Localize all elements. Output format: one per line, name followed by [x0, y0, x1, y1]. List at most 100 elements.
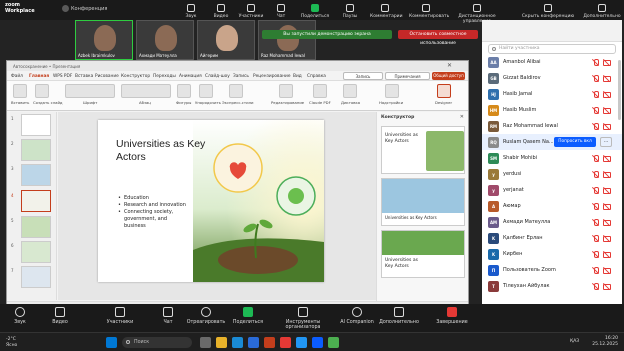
wps-icon[interactable] [280, 337, 291, 348]
dictate-icon[interactable] [343, 84, 357, 98]
chat-button[interactable]: Чат [148, 307, 188, 325]
video-button[interactable]: Видео [40, 307, 80, 325]
slide-thumbnail[interactable] [21, 139, 51, 161]
slide-thumbnail-selected[interactable] [21, 190, 51, 212]
participant-row[interactable]: SM Shabir Mohibi [482, 150, 622, 166]
tab-slideshow[interactable]: Слайд-шоу [205, 74, 230, 79]
participant-row-hover[interactable]: RQ Ruslam Qasem Na... Попросить вкл... [482, 134, 622, 150]
participant-row[interactable]: AA Amanbol Alibai [482, 54, 622, 70]
zoom-icon[interactable] [312, 337, 323, 348]
participant-row[interactable]: AM Ахмади Матеулла [482, 214, 622, 230]
video-thumbnail[interactable]: Ахмади Матеулла [136, 20, 194, 60]
addins-icon[interactable] [385, 84, 399, 98]
participant-row[interactable]: HM Hasib Muslim [482, 102, 622, 118]
design-suggestion[interactable]: Universities as Key Actors [381, 126, 465, 174]
bullet-item: Education [118, 195, 188, 202]
slide-thumbnail[interactable] [21, 241, 51, 263]
slide-thumbnail[interactable] [21, 216, 51, 238]
new-slide-icon[interactable] [35, 84, 49, 98]
tab-wps-pdf[interactable]: WPS PDF [53, 74, 72, 79]
share-button[interactable]: Поделиться [228, 307, 268, 325]
tab-help[interactable]: Справка [307, 74, 326, 79]
camera-off-icon [603, 171, 611, 178]
edit-icon[interactable] [279, 84, 293, 98]
tab-view[interactable]: Вид [293, 74, 302, 79]
video-thumbnail[interactable]: Айгерим [197, 20, 255, 60]
participant-row[interactable]: T Тілеухан Айбулак [482, 278, 622, 294]
participant-row[interactable]: y yerjanat [482, 182, 622, 198]
tab-draw[interactable]: Рисование [95, 74, 119, 79]
close-icon[interactable]: ✕ [460, 114, 464, 120]
more-button[interactable]: Дополнительно [376, 307, 422, 325]
font-icon[interactable] [65, 84, 115, 98]
design-suggestion[interactable]: Universities as Key Actors [381, 230, 465, 278]
participants-icon [247, 4, 255, 12]
participant-row[interactable]: HJ Hasib Jamal [482, 86, 622, 102]
shapes-icon[interactable] [177, 84, 191, 98]
taskbar-search[interactable]: Поиск [122, 337, 192, 348]
start-icon[interactable] [106, 337, 117, 348]
camera-off-icon [603, 91, 611, 98]
slide-thumbnail[interactable] [21, 114, 51, 136]
slide-bullet-list[interactable]: Education Research and innovation Connec… [118, 195, 188, 230]
arrange-icon[interactable] [199, 84, 213, 98]
host-tools-button[interactable]: Инструменты организатора [268, 307, 338, 330]
participant-row[interactable]: П Пользователь Zoom [482, 262, 622, 278]
tab-file[interactable]: Файл [11, 74, 23, 79]
participant-row[interactable]: K Қалбинг Ерлан [482, 230, 622, 246]
participant-more-button[interactable]: ... [600, 137, 612, 147]
word-icon[interactable] [248, 337, 259, 348]
thumbnail-name: Raz Mohammad Iewal [261, 53, 305, 58]
ai-companion-button[interactable]: AI Companion [334, 307, 380, 325]
participant-row[interactable]: y yerdusi [482, 166, 622, 182]
current-slide[interactable]: Universities as Key Actors Education Res… [98, 120, 324, 282]
record-button[interactable]: Запись [343, 72, 383, 80]
top-annotate-button[interactable]: Комментарии [370, 4, 403, 24]
participant-name: Ruslam Qasem Na... [503, 139, 553, 145]
tab-insert[interactable]: Вставка [75, 74, 93, 79]
participant-row[interactable]: RM Raz Mohammad Iewal [482, 118, 622, 134]
participant-row[interactable]: A Аюмар [482, 198, 622, 214]
video-thumbnail[interactable]: Azbek Ibraimkulov [75, 20, 133, 60]
chrome-icon[interactable] [328, 337, 339, 348]
participant-row[interactable]: K Кирбен [482, 246, 622, 262]
tab-transitions[interactable]: Переходы [153, 74, 176, 79]
participant-row[interactable]: GB Gizzat Baldirov [482, 70, 622, 86]
slide-title[interactable]: Universities as Key Actors [116, 138, 206, 164]
language-indicator[interactable]: ҚАЗ [570, 339, 579, 344]
edge-icon[interactable] [232, 337, 243, 348]
react-button[interactable]: Отреагировать [186, 307, 226, 325]
ask-to-unmute-button[interactable]: Попросить вкл [554, 137, 596, 147]
ppt-share-button[interactable]: Общий доступ [432, 72, 465, 80]
audio-button[interactable]: Звук [0, 307, 40, 325]
tab-home[interactable]: Главная [29, 74, 49, 79]
telegram-icon[interactable] [296, 337, 307, 348]
stop-share-button[interactable]: Остановить совместное использование [398, 30, 478, 46]
video-thumbnail[interactable]: Raz Mohammad Iewal [258, 20, 316, 60]
comments-button[interactable]: Примечания [385, 72, 430, 80]
top-comment-button[interactable]: Комментировать [409, 4, 449, 24]
clock[interactable]: 16:20 25.12.2025 [592, 336, 618, 348]
zoom-bottom-toolbar: Звук Видео Участники Чат Отреагировать П… [0, 304, 624, 332]
tab-design[interactable]: Конструктор [121, 74, 150, 79]
designer-icon[interactable] [437, 84, 451, 98]
participant-search-input[interactable]: Найти участника [488, 44, 616, 54]
weather-widget[interactable]: -2°C Ясно [6, 337, 17, 349]
pdf-icon[interactable] [313, 84, 327, 98]
slide-thumbnail[interactable] [21, 164, 51, 186]
close-icon[interactable]: ✕ [447, 62, 452, 69]
tab-record[interactable]: Запись [233, 74, 249, 79]
tab-animation[interactable]: Анимация [179, 74, 202, 79]
styles-icon[interactable] [229, 84, 243, 98]
task-view-icon[interactable] [200, 337, 211, 348]
explorer-icon[interactable] [216, 337, 227, 348]
slide-thumbnail[interactable] [21, 266, 51, 288]
participants-button[interactable]: Участники [100, 307, 140, 325]
powerpoint-icon[interactable] [264, 337, 275, 348]
end-button[interactable]: Завершение [432, 307, 472, 325]
design-suggestion[interactable]: Universities as Key Actors [381, 178, 465, 226]
paste-icon[interactable] [13, 84, 27, 98]
tab-review[interactable]: Рецензирование [253, 74, 290, 79]
top-pause-button[interactable]: Паузы [335, 4, 365, 24]
paragraph-icon[interactable] [121, 84, 171, 98]
